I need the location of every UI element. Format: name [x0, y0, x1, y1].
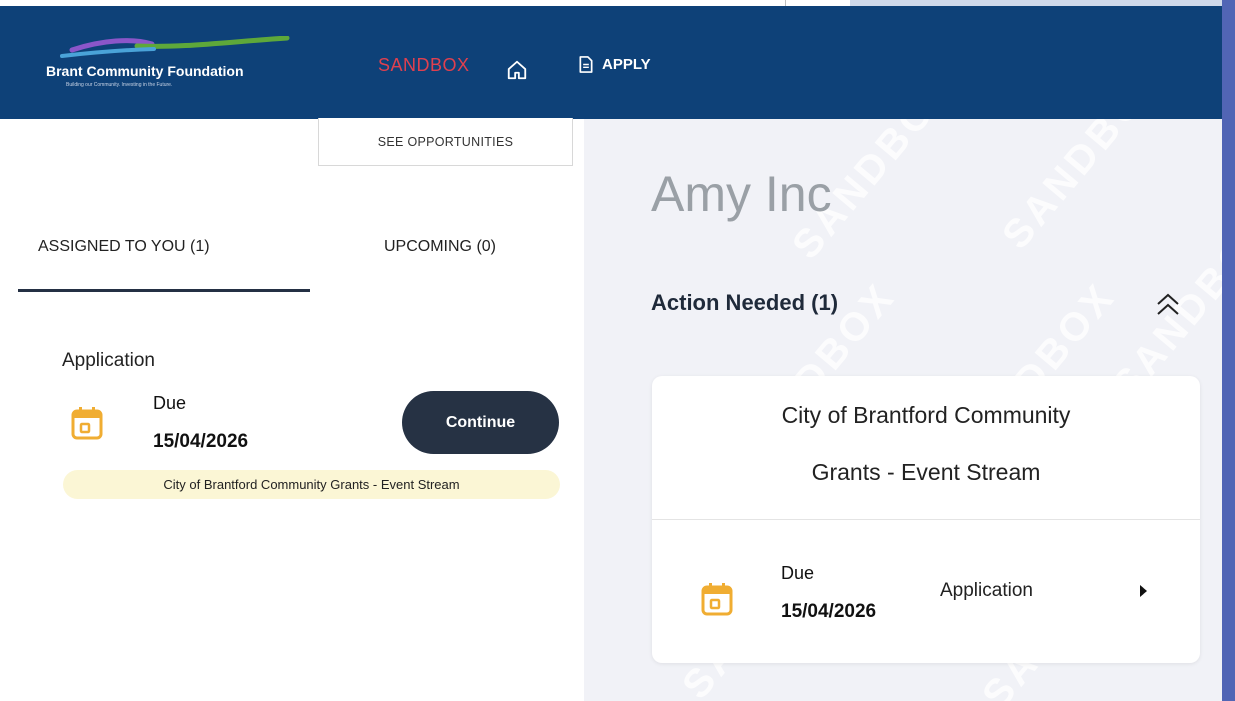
due-date: 15/04/2026	[153, 431, 249, 452]
due-label: Due	[153, 393, 187, 413]
brand-logo[interactable]: Brant Community Foundation Building our …	[42, 36, 332, 106]
section-title: Action Needed (1)	[651, 290, 839, 315]
calendar-icon	[71, 407, 103, 440]
program-badge: City of Brantford Community Grants - Eve…	[63, 470, 560, 499]
tab-upcoming[interactable]: UPCOMING (0)	[384, 238, 496, 256]
logo-tagline: Building our Community. Investing in the…	[66, 82, 173, 88]
card-due-label: Due	[781, 563, 815, 583]
card-title-line2: Grants - Event Stream	[811, 459, 1041, 485]
environment-label: SANDBOX	[378, 55, 470, 75]
card-due-date: 15/04/2026	[781, 601, 877, 622]
card-divider	[652, 519, 1200, 520]
logo-swoosh-icon	[60, 36, 290, 58]
caret-right-icon[interactable]	[1140, 585, 1147, 597]
calendar-icon	[701, 583, 733, 616]
logo-title: Brant Community Foundation	[46, 63, 244, 79]
window-edge	[1222, 0, 1235, 701]
task-type-label: Application	[62, 350, 155, 371]
continue-button[interactable]: Continue	[402, 391, 559, 454]
app-header: Brant Community Foundation Building our …	[0, 6, 1222, 119]
tab-assigned-to-you[interactable]: ASSIGNED TO YOU (1)	[38, 238, 210, 256]
double-chevron-up-icon[interactable]	[1151, 287, 1185, 321]
apply-nav-link[interactable]: APPLY	[578, 56, 651, 73]
card-title-line1: City of Brantford Community	[781, 402, 1071, 428]
document-icon	[579, 56, 593, 73]
organization-name: Amy Inc	[651, 166, 832, 222]
active-tab-indicator	[18, 289, 310, 292]
apply-label: APPLY	[602, 56, 651, 73]
watermark: SANDBOX	[994, 119, 1175, 258]
card-task-label[interactable]: Application	[940, 580, 1033, 602]
home-icon[interactable]	[506, 59, 528, 81]
see-opportunities-button[interactable]: SEE OPPORTUNITIES	[318, 118, 573, 166]
